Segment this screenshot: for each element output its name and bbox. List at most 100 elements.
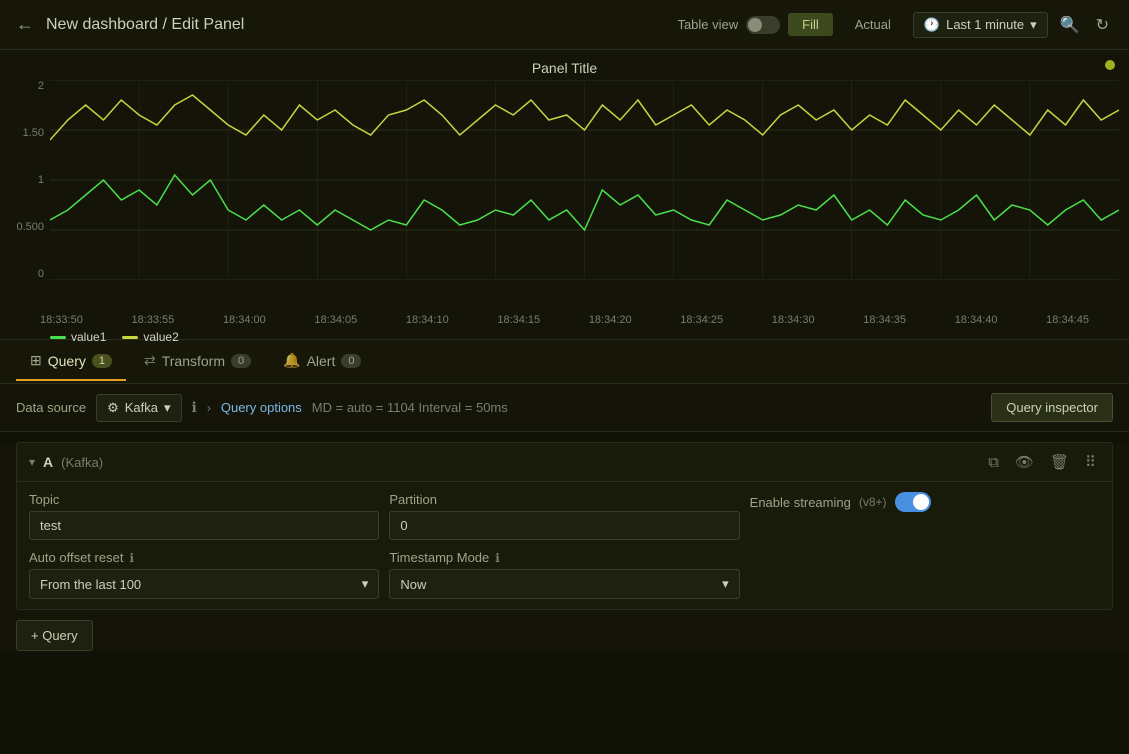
- collapse-icon[interactable]: ▾: [29, 455, 35, 469]
- tab-transform-badge: 0: [231, 354, 251, 368]
- add-query-button[interactable]: + Query: [16, 620, 93, 651]
- datasource-select[interactable]: ⚙ Kafka ▾: [96, 394, 181, 422]
- tab-transform-label: Transform: [162, 353, 225, 369]
- timestamp-field-row: Timestamp Mode ℹ: [389, 550, 739, 565]
- x-label: 18:34:05: [314, 314, 357, 326]
- streaming-row: Enable streaming (v8+): [750, 492, 1100, 512]
- back-button[interactable]: ←: [16, 14, 34, 35]
- auto-offset-label: Auto offset reset: [29, 550, 123, 565]
- timestamp-select[interactable]: Now ▾: [389, 569, 739, 599]
- y-axis: 2 1.50 1 0.500 0: [10, 80, 50, 280]
- chart-container: Panel Title 2 1.50 1 0.500 0: [0, 50, 1129, 340]
- refresh-button[interactable]: ↻: [1092, 11, 1113, 39]
- x-label: 18:34:00: [223, 314, 266, 326]
- chevron-down-icon: ▾: [722, 576, 729, 592]
- x-label: 18:34:35: [863, 314, 906, 326]
- delete-button[interactable]: 🗑: [1046, 451, 1073, 473]
- tab-alert-badge: 0: [341, 354, 361, 368]
- query-options-link[interactable]: Query options: [221, 400, 302, 415]
- tab-alert[interactable]: 🔔 Alert 0: [269, 342, 375, 381]
- partition-input[interactable]: [389, 511, 739, 540]
- chart-area: 2 1.50 1 0.500 0: [10, 80, 1119, 310]
- fill-button[interactable]: Fill: [788, 13, 833, 36]
- timestamp-value: Now: [400, 577, 426, 592]
- x-label: 18:34:30: [772, 314, 815, 326]
- timestamp-label: Timestamp Mode: [389, 550, 489, 565]
- x-label: 18:34:25: [680, 314, 723, 326]
- query-row-actions: ⧉ 👁 🗑 ⠿: [984, 451, 1100, 473]
- auto-offset-value: From the last 100: [40, 577, 141, 592]
- timestamp-info-button[interactable]: ℹ: [495, 551, 500, 565]
- zoom-out-button[interactable]: 🔍: [1056, 11, 1084, 39]
- partition-field-row: Partition: [389, 492, 739, 507]
- query-icon: ⊞: [30, 352, 42, 369]
- x-label: 18:33:55: [131, 314, 174, 326]
- partition-field-group: Partition: [389, 492, 739, 540]
- alert-icon: 🔔: [283, 352, 300, 369]
- query-letter: A: [43, 454, 53, 470]
- tab-query-badge: 1: [92, 354, 112, 368]
- query-inspector-button[interactable]: Query inspector: [991, 393, 1113, 422]
- separator-chevron: ›: [207, 401, 211, 415]
- header: ← New dashboard / Edit Panel Table view …: [0, 0, 1129, 50]
- legend-color-value1: [50, 336, 66, 339]
- topic-field-group: Topic: [29, 492, 379, 540]
- partition-label: Partition: [389, 492, 437, 507]
- eye-button[interactable]: 👁: [1011, 451, 1038, 473]
- chevron-down-icon: ▾: [362, 576, 369, 592]
- x-label: 18:33:50: [40, 314, 83, 326]
- time-range-button[interactable]: 🕐 Last 1 minute ▾: [913, 12, 1048, 38]
- y-label: 0.500: [16, 221, 44, 233]
- breadcrumb: New dashboard / Edit Panel: [46, 16, 244, 34]
- query-datasource-label: (Kafka): [61, 455, 103, 470]
- datasource-name: Kafka: [125, 400, 158, 415]
- panel-title: Panel Title: [0, 60, 1129, 76]
- y-label: 0: [38, 268, 44, 280]
- datasource-info-button[interactable]: ℹ: [192, 399, 197, 416]
- auto-offset-field-row: Auto offset reset ℹ: [29, 550, 379, 565]
- header-right: Table view Fill Actual 🕐 Last 1 minute ▾…: [677, 11, 1113, 39]
- topic-label: Topic: [29, 492, 59, 507]
- datasource-label: Data source: [16, 400, 86, 415]
- table-view-toggle[interactable]: [746, 16, 780, 34]
- y-label: 2: [38, 80, 44, 92]
- drag-handle[interactable]: ⠿: [1081, 451, 1100, 473]
- streaming-version: (v8+): [859, 495, 887, 509]
- query-fields: Topic Partition Enable streaming (v8+): [17, 482, 1112, 609]
- streaming-label: Enable streaming: [750, 495, 851, 510]
- auto-offset-field-group: Auto offset reset ℹ From the last 100 ▾: [29, 550, 379, 599]
- streaming-field-group: Enable streaming (v8+): [750, 492, 1100, 540]
- topic-input[interactable]: [29, 511, 379, 540]
- x-label: 18:34:10: [406, 314, 449, 326]
- tab-query-label: Query: [48, 353, 86, 369]
- tab-query[interactable]: ⊞ Query 1: [16, 342, 126, 381]
- streaming-toggle[interactable]: [895, 492, 931, 512]
- query-meta: MD = auto = 1104 Interval = 50ms: [312, 400, 508, 415]
- query-row-header: ▾ A (Kafka) ⧉ 👁 🗑 ⠿: [17, 443, 1112, 482]
- query-row-a: ▾ A (Kafka) ⧉ 👁 🗑 ⠿ Topic Partition: [16, 442, 1113, 610]
- y-label: 1: [38, 174, 44, 186]
- duplicate-button[interactable]: ⧉: [984, 452, 1003, 473]
- time-range-label: Last 1 minute: [946, 17, 1024, 32]
- query-bar: Data source ⚙ Kafka ▾ ℹ › Query options …: [0, 384, 1129, 432]
- tab-transform[interactable]: ⇄ Transform 0: [130, 342, 265, 381]
- chevron-down-icon: ▾: [1030, 17, 1037, 33]
- auto-offset-select[interactable]: From the last 100 ▾: [29, 569, 379, 599]
- x-label: 18:34:20: [589, 314, 632, 326]
- timestamp-field-group: Timestamp Mode ℹ Now ▾: [389, 550, 739, 599]
- chart-svg: [50, 80, 1119, 280]
- actual-button[interactable]: Actual: [841, 13, 905, 36]
- x-label: 18:34:40: [955, 314, 998, 326]
- tab-alert-label: Alert: [307, 353, 336, 369]
- x-axis: 18:33:50 18:33:55 18:34:00 18:34:05 18:3…: [0, 310, 1129, 326]
- status-indicator: [1105, 60, 1115, 70]
- chevron-down-icon: ▾: [164, 400, 171, 416]
- gear-icon: ⚙: [107, 400, 119, 416]
- transform-icon: ⇄: [144, 352, 156, 369]
- topic-field-row: Topic: [29, 492, 379, 507]
- clock-icon: 🕐: [924, 17, 940, 33]
- query-section: ▾ A (Kafka) ⧉ 👁 🗑 ⠿ Topic Partition: [0, 442, 1129, 651]
- legend-color-value2: [122, 336, 138, 339]
- auto-offset-info-button[interactable]: ℹ: [129, 551, 134, 565]
- x-label: 18:34:45: [1046, 314, 1089, 326]
